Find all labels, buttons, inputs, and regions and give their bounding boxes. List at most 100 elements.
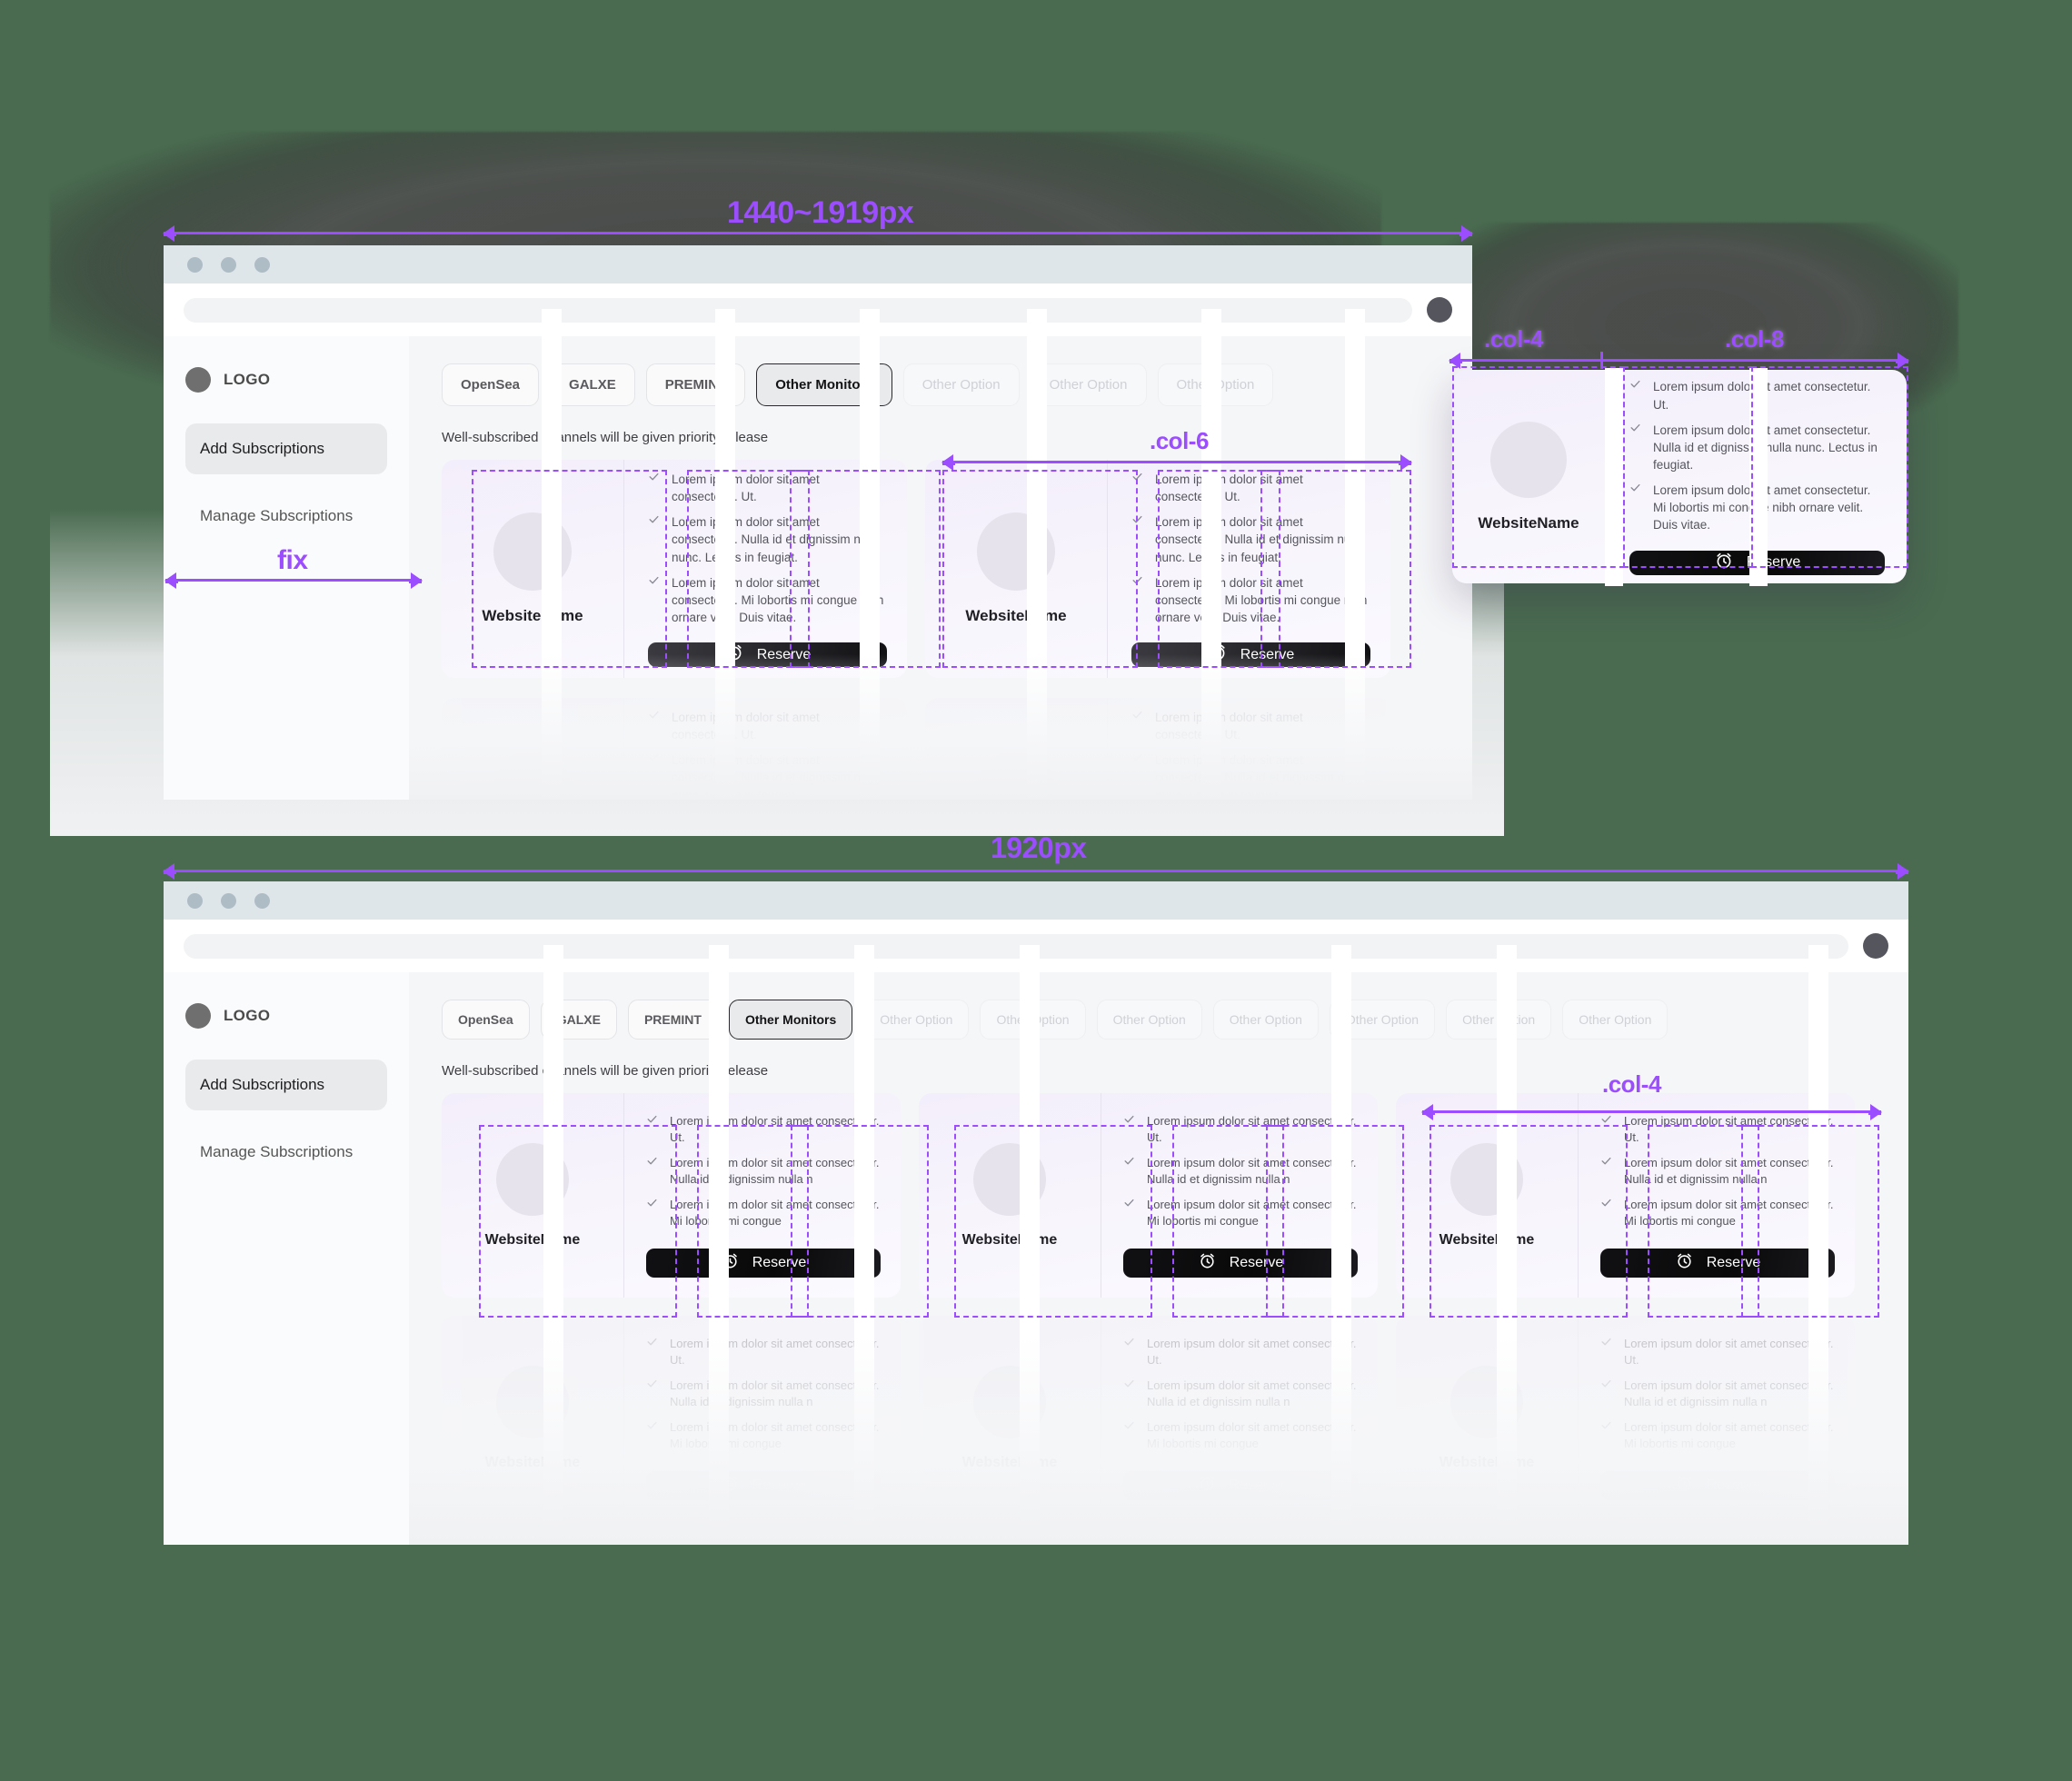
feature-item: Lorem ipsum dolor sit amet consectetur. … <box>646 1378 881 1411</box>
annot-top-window-line <box>163 225 1473 242</box>
window-minimize-dot[interactable] <box>221 256 236 273</box>
channel-card[interactable]: WebsiteName Lorem ipsum dolor sit amet c… <box>1396 1093 1855 1298</box>
feature-list: Lorem ipsum dolor sit amet consectetur. … <box>1600 1336 1835 1453</box>
reserve-button[interactable]: Reserve <box>1123 1248 1358 1278</box>
feature-text: Lorem ipsum dolor sit amet consectetur. … <box>670 1114 880 1145</box>
reserve-button[interactable]: Reserve <box>648 642 887 668</box>
channel-card[interactable]: WebsiteName Lorem ipsum dolor sit amet c… <box>442 1316 901 1520</box>
feature-item: Lorem ipsum dolor sit amet consectetur. … <box>648 751 887 800</box>
tab-premint-2[interactable]: PREMINT <box>627 1000 718 1040</box>
feature-item: Lorem ipsum dolor sit amet consectetur. … <box>648 471 887 505</box>
feature-item: Lorem ipsum dolor sit amet consectetur. … <box>1600 1378 1835 1411</box>
channel-card[interactable]: WebsiteName Lorem ipsum dolor sit amet c… <box>925 698 1390 800</box>
tab-label: OpenSea <box>461 377 521 393</box>
reserve-button[interactable]: Reserve <box>646 1470 881 1500</box>
channel-card[interactable]: WebsiteName Lorem ipsum dolor sit amet c… <box>442 698 907 800</box>
tab-other-option-9[interactable]: Other Option <box>1446 1000 1552 1040</box>
check-icon <box>1131 513 1143 528</box>
tab-label: Other Monitors <box>775 377 873 393</box>
sidebar-item-manage-subscriptions[interactable]: Manage Subscriptions <box>185 1127 387 1178</box>
feature-text: Lorem ipsum dolor sit amet consectetur. … <box>672 515 880 564</box>
window-close-dot[interactable] <box>187 256 203 273</box>
tab-opensea-0[interactable]: OpenSea <box>442 363 540 406</box>
logo[interactable]: LOGO <box>185 367 387 393</box>
tab-other-option-10[interactable]: Other Option <box>1562 1000 1669 1040</box>
feature-text: Lorem ipsum dolor sit amet consectetur. … <box>672 753 880 800</box>
tab-other-option-5[interactable]: Other Option <box>1030 363 1147 406</box>
annot-col-4-float: .col-4 <box>1484 325 1543 353</box>
card-identity: WebsiteName <box>1452 370 1605 583</box>
feature-item: Lorem ipsum dolor sit amet consectetur. … <box>648 513 887 565</box>
main-top: OpenSea GALXE PREMINT Other Monitors Other O… <box>409 309 1472 800</box>
tab-other-option-7[interactable]: Other Option <box>1212 1000 1319 1040</box>
reserve-button[interactable]: Reserve <box>1123 1470 1358 1500</box>
window-minimize-dot[interactable] <box>221 892 236 909</box>
address-input-top[interactable] <box>184 297 1412 323</box>
feature-item: Lorem ipsum dolor sit amet consectetur. … <box>1131 574 1370 626</box>
tab-other-option-6[interactable]: Other Option <box>1157 363 1274 406</box>
tab-other-monitors-3[interactable]: Other Monitors <box>756 363 892 406</box>
reserve-button[interactable]: Reserve <box>1600 1470 1835 1500</box>
tab-other-option-4[interactable]: Other Option <box>902 363 1020 406</box>
channel-card[interactable]: WebsiteName Lorem ipsum dolor sit amet c… <box>1396 1316 1855 1520</box>
channel-card[interactable]: WebsiteName Lorem ipsum dolor sit amet c… <box>442 1093 901 1298</box>
logo-label: LOGO <box>224 1007 271 1024</box>
tab-premint-2[interactable]: PREMINT <box>645 363 746 406</box>
feature-list: Lorem ipsum dolor sit amet consectetur. … <box>648 709 887 800</box>
reserve-button[interactable]: Reserve <box>1600 1248 1835 1278</box>
feature-item: Lorem ipsum dolor sit amet consectetur. … <box>646 1197 881 1230</box>
channel-card[interactable]: WebsiteName Lorem ipsum dolor sit amet c… <box>925 460 1390 678</box>
tab-opensea-0[interactable]: OpenSea <box>442 1000 530 1040</box>
website-name: WebsiteName <box>961 1231 1058 1248</box>
feature-text: Lorem ipsum dolor sit amet consectetur. … <box>1155 472 1303 504</box>
logo[interactable]: LOGO <box>185 1003 387 1029</box>
tab-galxe-1[interactable]: GALXE <box>550 363 635 406</box>
avatar[interactable] <box>1863 933 1888 959</box>
reserve-button[interactable]: Reserve <box>1131 642 1370 668</box>
feature-list: Lorem ipsum dolor sit amet consectetur. … <box>1131 709 1370 800</box>
floating-channel-card[interactable]: WebsiteName Lorem ipsum dolor sit amet c… <box>1452 370 1907 583</box>
check-icon <box>646 1378 658 1391</box>
tab-other-option-6[interactable]: Other Option <box>1096 1000 1202 1040</box>
sidebar-item-add-subscriptions[interactable]: Add Subscriptions <box>185 423 387 474</box>
window-close-dot[interactable] <box>187 892 203 909</box>
viewport-bottom: LOGO Add Subscriptions Manage Subscripti… <box>164 945 1908 1545</box>
tab-other-option-5[interactable]: Other Option <box>980 1000 1086 1040</box>
tab-other-option-4[interactable]: Other Option <box>863 1000 970 1040</box>
feature-text: Lorem ipsum dolor sit amet consectetur. … <box>1155 515 1363 564</box>
reserve-button[interactable]: Reserve <box>646 1248 881 1278</box>
logo-mark-icon <box>185 1003 211 1029</box>
channel-card[interactable]: WebsiteName Lorem ipsum dolor sit amet c… <box>442 460 907 678</box>
sidebar-item-add-subscriptions[interactable]: Add Subscriptions <box>185 1060 387 1110</box>
check-icon <box>1123 1155 1135 1169</box>
avatar[interactable] <box>1427 297 1452 323</box>
feature-list: Lorem ipsum dolor sit amet consectetur. … <box>646 1113 881 1230</box>
reserve-button[interactable]: Reserve <box>1629 550 1885 575</box>
addressbar-bottom <box>164 920 1908 972</box>
website-avatar <box>977 512 1055 591</box>
arrow-right <box>1400 454 1412 471</box>
tab-other-monitors-3[interactable]: Other Monitors <box>728 1000 853 1040</box>
tab-label: Other Option <box>1176 377 1255 393</box>
feature-list: Lorem ipsum dolor sit amet consectetur. … <box>1629 378 1885 533</box>
annot-top-window-width: 1440~1919px <box>727 195 914 230</box>
feature-item: Lorem ipsum dolor sit amet consectetur. … <box>1629 482 1885 533</box>
window-maximize-dot[interactable] <box>254 256 270 273</box>
feature-text: Lorem ipsum dolor sit amet consectetur. … <box>670 1155 880 1187</box>
check-icon <box>646 1197 658 1210</box>
channel-card[interactable]: WebsiteName Lorem ipsum dolor sit amet c… <box>919 1093 1378 1298</box>
card-identity: WebsiteName <box>919 1316 1101 1520</box>
channel-card[interactable]: WebsiteName Lorem ipsum dolor sit amet c… <box>919 1316 1378 1520</box>
feature-list: Lorem ipsum dolor sit amet consectetur. … <box>1123 1336 1358 1453</box>
card-details: Lorem ipsum dolor sit amet consectetur. … <box>623 1093 901 1298</box>
sidebar-item-manage-subscriptions[interactable]: Manage Subscriptions <box>185 491 387 542</box>
tab-galxe-1[interactable]: GALXE <box>540 1000 617 1040</box>
arrow-right <box>411 572 423 589</box>
arrow-right <box>1898 863 1909 880</box>
tab-other-option-8[interactable]: Other Option <box>1329 1000 1436 1040</box>
feature-item: Lorem ipsum dolor sit amet consectetur. … <box>1131 471 1370 505</box>
check-icon <box>1600 1197 1612 1210</box>
address-input-bottom[interactable] <box>184 933 1848 959</box>
feature-item: Lorem ipsum dolor sit amet consectetur. … <box>1131 751 1370 800</box>
window-maximize-dot[interactable] <box>254 892 270 909</box>
